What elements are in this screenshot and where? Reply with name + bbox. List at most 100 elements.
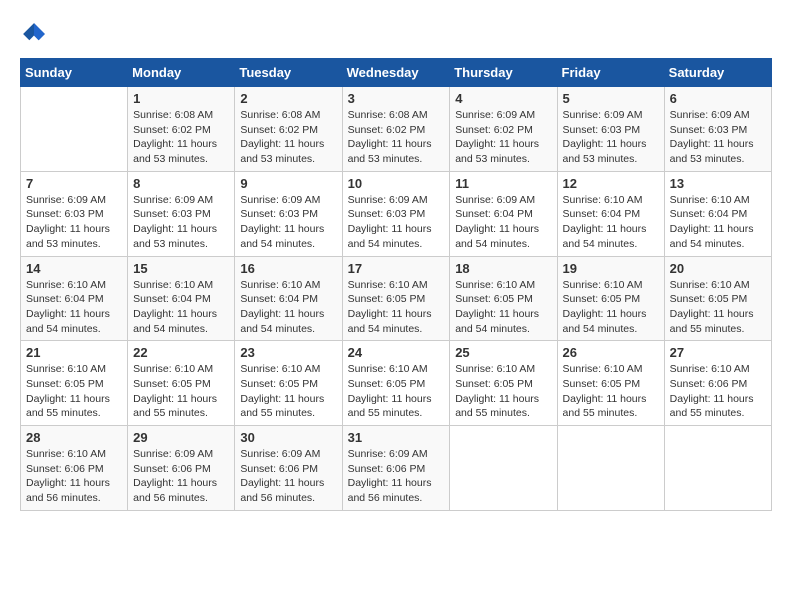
day-number: 24 (348, 345, 445, 360)
calendar-cell: 1 Sunrise: 6:08 AMSunset: 6:02 PMDaylight… (128, 87, 235, 172)
calendar-table: SundayMondayTuesdayWednesdayThursdayFrid… (20, 58, 772, 511)
header-thursday: Thursday (450, 59, 557, 87)
day-info: Sunrise: 6:10 AMSunset: 6:05 PMDaylight:… (26, 362, 122, 421)
calendar-cell: 5 Sunrise: 6:09 AMSunset: 6:03 PMDaylight… (557, 87, 664, 172)
calendar-cell: 29 Sunrise: 6:09 AMSunset: 6:06 PMDayligh… (128, 426, 235, 511)
day-info: Sunrise: 6:10 AMSunset: 6:05 PMDaylight:… (240, 362, 336, 421)
calendar-cell: 4 Sunrise: 6:09 AMSunset: 6:02 PMDaylight… (450, 87, 557, 172)
calendar-cell: 16 Sunrise: 6:10 AMSunset: 6:04 PMDayligh… (235, 256, 342, 341)
day-info: Sunrise: 6:09 AMSunset: 6:02 PMDaylight:… (455, 108, 551, 167)
day-number: 8 (133, 176, 229, 191)
calendar-cell (21, 87, 128, 172)
header-saturday: Saturday (664, 59, 771, 87)
calendar-cell: 2Sunrise: 6:08 AMSunset: 6:02 PMDaylight… (235, 87, 342, 172)
day-number: 14 (26, 261, 122, 276)
calendar-cell: 14 Sunrise: 6:10 AMSunset: 6:04 PMDayligh… (21, 256, 128, 341)
day-number: 11 (455, 176, 551, 191)
calendar-cell: 17 Sunrise: 6:10 AMSunset: 6:05 PMDayligh… (342, 256, 450, 341)
calendar-cell (450, 426, 557, 511)
header-monday: Monday (128, 59, 235, 87)
day-number: 17 (348, 261, 445, 276)
day-info: Sunrise: 6:10 AMSunset: 6:05 PMDaylight:… (563, 362, 659, 421)
day-number: 19 (563, 261, 659, 276)
day-info: Sunrise: 6:10 AMSunset: 6:06 PMDaylight:… (670, 362, 766, 421)
day-number: 7 (26, 176, 122, 191)
day-number: 27 (670, 345, 766, 360)
calendar-cell: 6Sunrise: 6:09 AMSunset: 6:03 PMDaylight… (664, 87, 771, 172)
day-number: 25 (455, 345, 551, 360)
day-number: 16 (240, 261, 336, 276)
day-info: Sunrise: 6:09 AMSunset: 6:06 PMDaylight:… (240, 447, 336, 506)
week-row-2: 7 Sunrise: 6:09 AMSunset: 6:03 PMDaylight… (21, 171, 772, 256)
day-info: Sunrise: 6:09 AMSunset: 6:03 PMDaylight:… (348, 193, 445, 252)
day-info: Sunrise: 6:08 AMSunset: 6:02 PMDaylight:… (133, 108, 229, 167)
day-info: Sunrise: 6:10 AMSunset: 6:04 PMDaylight:… (670, 193, 766, 252)
calendar-cell: 21 Sunrise: 6:10 AMSunset: 6:05 PMDayligh… (21, 341, 128, 426)
header-tuesday: Tuesday (235, 59, 342, 87)
calendar-cell: 10 Sunrise: 6:09 AMSunset: 6:03 PMDayligh… (342, 171, 450, 256)
day-info: Sunrise: 6:08 AMSunset: 6:02 PMDaylight:… (240, 108, 336, 167)
header-sunday: Sunday (21, 59, 128, 87)
calendar-cell: 19 Sunrise: 6:10 AMSunset: 6:05 PMDayligh… (557, 256, 664, 341)
day-info: Sunrise: 6:10 AMSunset: 6:05 PMDaylight:… (563, 278, 659, 337)
day-info: Sunrise: 6:10 AMSunset: 6:04 PMDaylight:… (563, 193, 659, 252)
day-number: 21 (26, 345, 122, 360)
calendar-cell: 3 Sunrise: 6:08 AMSunset: 6:02 PMDaylight… (342, 87, 450, 172)
day-number: 23 (240, 345, 336, 360)
day-info: Sunrise: 6:10 AMSunset: 6:06 PMDaylight:… (26, 447, 122, 506)
day-number: 31 (348, 430, 445, 445)
calendar-cell: 11 Sunrise: 6:09 AMSunset: 6:04 PMDayligh… (450, 171, 557, 256)
calendar-cell: 13Sunrise: 6:10 AMSunset: 6:04 PMDayligh… (664, 171, 771, 256)
logo (20, 20, 52, 48)
day-number: 30 (240, 430, 336, 445)
day-info: Sunrise: 6:09 AMSunset: 6:04 PMDaylight:… (455, 193, 551, 252)
calendar-cell: 8Sunrise: 6:09 AMSunset: 6:03 PMDaylight… (128, 171, 235, 256)
day-number: 4 (455, 91, 551, 106)
logo-icon (20, 20, 48, 48)
day-info: Sunrise: 6:10 AMSunset: 6:04 PMDaylight:… (26, 278, 122, 337)
day-number: 26 (563, 345, 659, 360)
calendar-cell: 12 Sunrise: 6:10 AMSunset: 6:04 PMDayligh… (557, 171, 664, 256)
day-number: 10 (348, 176, 445, 191)
calendar-cell (664, 426, 771, 511)
day-info: Sunrise: 6:09 AMSunset: 6:03 PMDaylight:… (670, 108, 766, 167)
calendar-cell: 25 Sunrise: 6:10 AMSunset: 6:05 PMDayligh… (450, 341, 557, 426)
day-info: Sunrise: 6:10 AMSunset: 6:05 PMDaylight:… (348, 278, 445, 337)
header-wednesday: Wednesday (342, 59, 450, 87)
day-info: Sunrise: 6:09 AMSunset: 6:03 PMDaylight:… (563, 108, 659, 167)
day-info: Sunrise: 6:10 AMSunset: 6:05 PMDaylight:… (670, 278, 766, 337)
calendar-cell: 23 Sunrise: 6:10 AMSunset: 6:05 PMDayligh… (235, 341, 342, 426)
day-info: Sunrise: 6:10 AMSunset: 6:05 PMDaylight:… (455, 362, 551, 421)
day-number: 12 (563, 176, 659, 191)
calendar-cell: 30 Sunrise: 6:09 AMSunset: 6:06 PMDayligh… (235, 426, 342, 511)
day-info: Sunrise: 6:10 AMSunset: 6:05 PMDaylight:… (133, 362, 229, 421)
day-number: 5 (563, 91, 659, 106)
day-number: 18 (455, 261, 551, 276)
week-row-4: 21 Sunrise: 6:10 AMSunset: 6:05 PMDayligh… (21, 341, 772, 426)
day-number: 20 (670, 261, 766, 276)
calendar-cell: 26 Sunrise: 6:10 AMSunset: 6:05 PMDayligh… (557, 341, 664, 426)
day-number: 29 (133, 430, 229, 445)
week-row-3: 14 Sunrise: 6:10 AMSunset: 6:04 PMDayligh… (21, 256, 772, 341)
day-info: Sunrise: 6:10 AMSunset: 6:05 PMDaylight:… (348, 362, 445, 421)
calendar-cell: 28 Sunrise: 6:10 AMSunset: 6:06 PMDayligh… (21, 426, 128, 511)
day-info: Sunrise: 6:08 AMSunset: 6:02 PMDaylight:… (348, 108, 445, 167)
day-info: Sunrise: 6:10 AMSunset: 6:04 PMDaylight:… (133, 278, 229, 337)
day-number: 3 (348, 91, 445, 106)
calendar-cell: 31 Sunrise: 6:09 AMSunset: 6:06 PMDayligh… (342, 426, 450, 511)
day-number: 1 (133, 91, 229, 106)
day-info: Sunrise: 6:09 AMSunset: 6:06 PMDaylight:… (133, 447, 229, 506)
day-info: Sunrise: 6:10 AMSunset: 6:04 PMDaylight:… (240, 278, 336, 337)
calendar-cell: 18 Sunrise: 6:10 AMSunset: 6:05 PMDayligh… (450, 256, 557, 341)
day-number: 22 (133, 345, 229, 360)
calendar-cell: 15Sunrise: 6:10 AMSunset: 6:04 PMDayligh… (128, 256, 235, 341)
page-header (20, 20, 772, 48)
day-info: Sunrise: 6:09 AMSunset: 6:03 PMDaylight:… (240, 193, 336, 252)
calendar-header-row: SundayMondayTuesdayWednesdayThursdayFrid… (21, 59, 772, 87)
calendar-cell: 24 Sunrise: 6:10 AMSunset: 6:05 PMDayligh… (342, 341, 450, 426)
day-info: Sunrise: 6:10 AMSunset: 6:05 PMDaylight:… (455, 278, 551, 337)
day-info: Sunrise: 6:09 AMSunset: 6:03 PMDaylight:… (26, 193, 122, 252)
day-number: 28 (26, 430, 122, 445)
calendar-cell: 7 Sunrise: 6:09 AMSunset: 6:03 PMDaylight… (21, 171, 128, 256)
day-info: Sunrise: 6:09 AMSunset: 6:06 PMDaylight:… (348, 447, 445, 506)
